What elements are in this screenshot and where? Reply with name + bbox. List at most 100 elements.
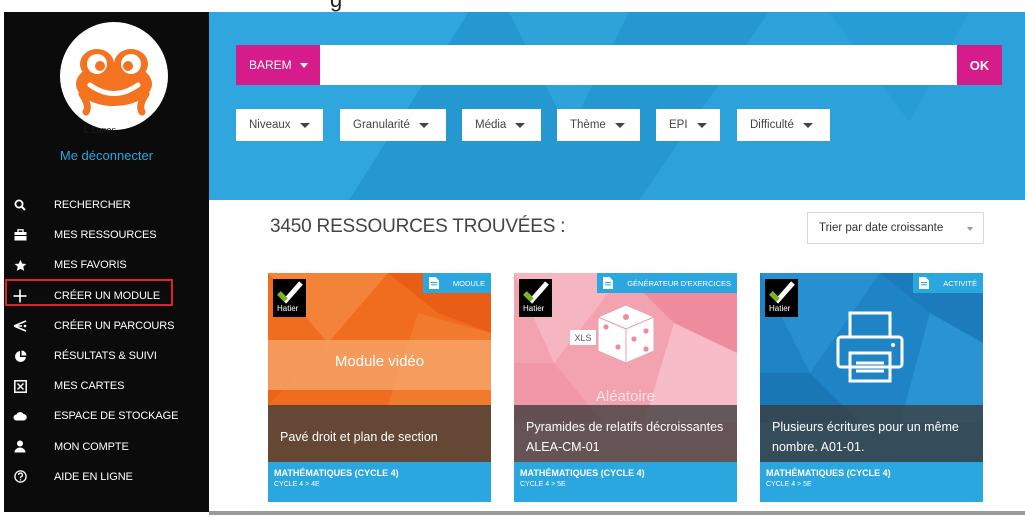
publisher-logo: Hatier	[273, 279, 306, 317]
hero-background-pattern	[209, 12, 1025, 200]
sidebar-item-label: RÉSULTATS & SUIVI	[54, 350, 157, 363]
xls-badge: XLS	[574, 332, 592, 343]
filter-niveaux[interactable]: Niveaux	[236, 109, 323, 141]
resource-type-label: MODULE	[452, 278, 485, 288]
username-faint: L.Lanes	[84, 125, 117, 135]
resource-card[interactable]: Hatier ACTIVITÉ Plusieurs écritures pour…	[760, 273, 983, 502]
scope-label: BAREM	[249, 58, 292, 72]
card-level: CYCLE 4 > 5E	[520, 481, 566, 488]
sidebar-item-label: RECHERCHER	[54, 199, 131, 212]
chevron-down-icon	[515, 122, 526, 128]
sidebar-item-label: ESPACE DE STOCKAGE	[54, 410, 179, 423]
avatar[interactable]	[60, 22, 168, 130]
resource-type-badge: MODULE	[422, 273, 491, 293]
document-icon	[919, 277, 930, 289]
document-icon	[428, 277, 439, 289]
card-subject: MATHÉMATIQUES (CYCLE 4)	[274, 468, 399, 478]
checkmark-icon	[523, 281, 549, 304]
filter-label: Granularité	[353, 119, 410, 131]
top-strip: g	[0, 0, 1025, 12]
menu-highlight-box	[5, 279, 173, 306]
pie-chart-icon	[12, 350, 28, 363]
chevron-down-icon	[418, 122, 429, 128]
sidebar-item-label: CRÉER UN PARCOURS	[54, 319, 175, 332]
publisher-name: Hatier	[277, 304, 299, 313]
sidebar-item-rechercher[interactable]: RECHERCHER	[4, 190, 209, 220]
route-icon	[12, 320, 28, 332]
sidebar-item-mes-cartes[interactable]: MES CARTES	[4, 371, 209, 401]
filter-label: Niveaux	[249, 119, 291, 131]
card-title[interactable]: Plusieurs écritures pour un même nombre.…	[760, 405, 983, 462]
card-footer: MATHÉMATIQUES (CYCLE 4) CYCLE 4 > 5E	[514, 462, 737, 502]
card-footer: MATHÉMATIQUES (CYCLE 4) CYCLE 4 > 4E	[268, 462, 491, 502]
publisher-name: Hatier	[523, 304, 545, 313]
chevron-down-icon	[299, 62, 308, 68]
filter-label: EPI	[669, 119, 688, 131]
checkmark-icon	[769, 281, 795, 304]
sidebar-menu: RECHERCHER MES RESSOURCES MES FAVORIS CR…	[4, 190, 209, 492]
card-title-text: Pavé droit et plan de section	[280, 429, 438, 444]
chevron-down-icon	[967, 227, 973, 231]
cloud-icon	[12, 411, 28, 421]
card-level: CYCLE 4 > 4E	[274, 481, 320, 488]
card-title-text: Plusieurs écritures pour un même nombre.…	[772, 419, 959, 454]
sidebar-item-creer-un-parcours[interactable]: CRÉER UN PARCOURS	[4, 311, 209, 341]
frog-logo-icon	[76, 49, 152, 116]
resource-type-badge: ACTIVITÉ	[913, 273, 983, 293]
filter-granularite[interactable]: Granularité	[340, 109, 446, 141]
card-subject: MATHÉMATIQUES (CYCLE 4)	[766, 468, 891, 478]
sidebar-item-label: MON COMPTE	[54, 440, 129, 453]
chevron-down-icon	[802, 122, 813, 128]
help-icon	[12, 470, 28, 484]
sidebar-item-label: MES FAVORIS	[54, 259, 127, 272]
star-icon	[12, 259, 28, 272]
publisher-name: Hatier	[769, 304, 791, 313]
sidebar: L.Lanes Me déconnecter RECHERCHER MES RE…	[4, 12, 209, 512]
resource-type-label: ACTIVITÉ	[943, 278, 977, 288]
filter-media[interactable]: Média	[462, 109, 541, 141]
briefcase-icon	[12, 229, 28, 241]
sidebar-item-label: MES CARTES	[54, 380, 125, 393]
card-art-text: Module vidéo	[334, 353, 425, 370]
resource-card[interactable]: Module vidéo Hatier MODULE Pavé droit et…	[268, 273, 491, 502]
sidebar-item-espace-de-stockage[interactable]: ESPACE DE STOCKAGE	[4, 401, 209, 431]
resource-card[interactable]: XLS Aléatoire Hatier GÉNÉRATEUR D'EXERCI…	[514, 273, 737, 502]
card-title[interactable]: Pyramides de relatifs décroissantes ALEA…	[514, 405, 737, 462]
card-footer: MATHÉMATIQUES (CYCLE 4) CYCLE 4 > 5E	[760, 462, 983, 502]
chevron-down-icon	[299, 122, 310, 128]
search-input[interactable]	[320, 45, 957, 85]
search-hero: BAREM OK Niveaux Granularité Média Thème…	[209, 12, 1025, 200]
search-submit-button[interactable]: OK	[957, 45, 1002, 85]
card-title-text: Pyramides de relatifs décroissantes ALEA…	[526, 419, 724, 454]
user-icon	[12, 440, 28, 453]
sidebar-item-resultats-suivi[interactable]: RÉSULTATS & SUIVI	[4, 341, 209, 371]
window-bottom-border	[209, 511, 1025, 515]
logout-link[interactable]: Me déconnecter	[4, 148, 209, 163]
publisher-logo: Hatier	[519, 279, 552, 317]
publisher-logo: Hatier	[765, 279, 798, 317]
card-title[interactable]: Pavé droit et plan de section	[268, 405, 491, 462]
card-art-text: Aléatoire	[595, 388, 656, 405]
sidebar-item-label: MES RESSOURCES	[54, 229, 157, 242]
sort-select[interactable]: Trier par date croissante	[807, 212, 984, 244]
search-bar: BAREM OK	[236, 45, 1002, 85]
filter-label: Média	[475, 119, 507, 131]
card-level: CYCLE 4 > 5E	[766, 481, 812, 488]
resource-type-label: GÉNÉRATEUR D'EXERCICES	[627, 278, 731, 288]
sidebar-item-mes-ressources[interactable]: MES RESSOURCES	[4, 220, 209, 250]
filter-theme[interactable]: Thème	[557, 109, 640, 141]
sidebar-item-mon-compte[interactable]: MON COMPTE	[4, 432, 209, 462]
filter-label: Difficulté	[750, 119, 794, 131]
document-icon	[603, 277, 614, 289]
sidebar-item-mes-favoris[interactable]: MES FAVORIS	[4, 250, 209, 280]
results-count-title: 3450 RESSOURCES TROUVÉES :	[270, 216, 566, 237]
sidebar-item-label: AIDE EN LIGNE	[54, 470, 133, 483]
sidebar-item-aide-en-ligne[interactable]: AIDE EN LIGNE	[4, 462, 209, 492]
filter-epi[interactable]: EPI	[656, 109, 720, 141]
sort-label: Trier par date croissante	[819, 222, 944, 234]
chevron-down-icon	[696, 122, 707, 128]
scope-dropdown[interactable]: BAREM	[236, 45, 320, 85]
filter-label: Thème	[570, 119, 606, 131]
card-subject: MATHÉMATIQUES (CYCLE 4)	[520, 468, 645, 478]
filter-difficulte[interactable]: Difficulté	[737, 109, 830, 141]
